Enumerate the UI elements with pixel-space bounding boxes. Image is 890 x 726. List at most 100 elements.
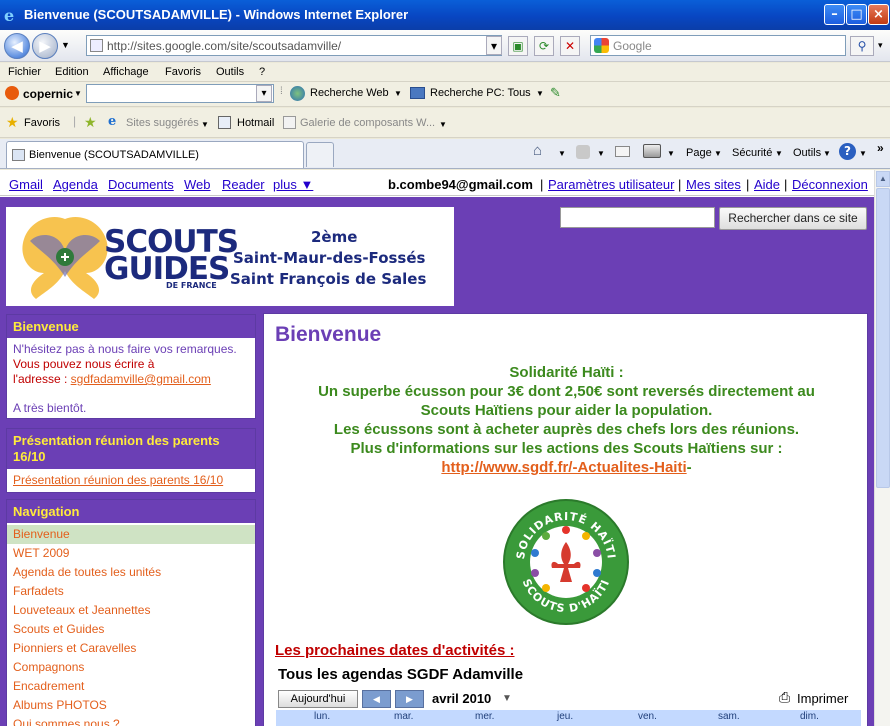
new-tab-button[interactable]: [306, 142, 334, 167]
menu-favorites[interactable]: Favoris: [165, 66, 201, 78]
print-dropdown-icon[interactable]: ▼: [667, 149, 675, 158]
nav-item-farfadets[interactable]: Farfadets: [7, 582, 255, 601]
calendar-next-button[interactable]: ▶: [395, 690, 424, 708]
tools-dropdown-icon[interactable]: ▼: [823, 149, 831, 158]
address-dropdown-icon[interactable]: ▾: [486, 36, 502, 55]
search-placeholder: Google: [613, 39, 652, 53]
suggested-dropdown-icon[interactable]: ▼: [201, 120, 209, 129]
gallery-dropdown-icon[interactable]: ▼: [439, 120, 447, 129]
window-title: Bienvenue (SCOUTSADAMVILLE) - Windows In…: [24, 7, 409, 22]
gbar-my-sites[interactable]: Mes sites: [686, 177, 741, 192]
nav-item-scouts-guides[interactable]: Scouts et Guides: [7, 620, 255, 639]
search-icon[interactable]: ⚲: [850, 36, 874, 56]
sidebar-meeting-title: Présentation réunion des parents 16/10: [7, 429, 255, 469]
calendar-today-button[interactable]: Aujourd'hui: [278, 690, 358, 708]
menu-view[interactable]: Affichage: [103, 66, 149, 78]
gbar-documents[interactable]: Documents: [108, 177, 174, 192]
gbar-user-settings[interactable]: Paramètres utilisateur: [548, 177, 674, 192]
tools-menu[interactable]: Outils: [793, 147, 821, 159]
gbar-help[interactable]: Aide: [754, 177, 780, 192]
nav-item-bienvenue[interactable]: Bienvenue: [7, 525, 255, 544]
gbar-web[interactable]: Web: [184, 177, 211, 192]
scroll-up-icon[interactable]: ▲: [876, 171, 890, 187]
nav-item-wet-2009[interactable]: WET 2009: [7, 544, 255, 563]
forward-button[interactable]: ▶: [32, 33, 58, 59]
minimize-button[interactable]: –: [824, 4, 845, 25]
home-dropdown-icon[interactable]: ▼: [558, 149, 566, 158]
mail-icon[interactable]: [615, 146, 630, 157]
printer-icon[interactable]: ⎙: [779, 689, 790, 706]
pc-search-dropdown-icon[interactable]: ▼: [536, 89, 544, 98]
favorites-star-icon: ★: [6, 114, 19, 130]
menu-tools[interactable]: Outils: [216, 66, 244, 78]
gbar-gmail[interactable]: Gmail: [9, 177, 43, 192]
hotmail-link[interactable]: Hotmail: [237, 117, 274, 129]
security-menu[interactable]: Sécurité: [732, 147, 772, 159]
address-bar[interactable]: http://sites.google.com/site/scoutsadamv…: [86, 35, 502, 56]
nav-item-louveteaux[interactable]: Louveteaux et Jeannettes: [7, 601, 255, 620]
gbar-logout[interactable]: Déconnexion: [792, 177, 868, 192]
vertical-scrollbar[interactable]: ▲: [874, 170, 890, 726]
search-options-icon[interactable]: ▾: [878, 40, 883, 51]
nav-item-encadrement[interactable]: Encadrement: [7, 677, 255, 696]
copernic-search-input[interactable]: [86, 84, 274, 103]
security-dropdown-icon[interactable]: ▼: [775, 149, 783, 158]
highlight-icon[interactable]: ✎: [550, 85, 561, 101]
stop-icon[interactable]: ✕: [560, 36, 580, 56]
calendar-print-link[interactable]: Imprimer: [797, 691, 848, 706]
add-favorite-icon[interactable]: ★: [84, 114, 97, 131]
pc-search-button[interactable]: Recherche PC: Tous: [430, 87, 531, 99]
site-banner[interactable]: SCOUTS GUIDES DE FRANCE 2ème Saint-Maur-…: [6, 207, 454, 306]
calendar-prev-button[interactable]: ◀: [362, 690, 391, 708]
contact-email-link[interactable]: sgdfadamville@gmail.com: [71, 372, 211, 386]
search-input[interactable]: Google: [590, 35, 846, 56]
close-button[interactable]: ×: [868, 4, 889, 25]
copernic-dropdown-icon[interactable]: ▾: [256, 85, 272, 102]
sgdf-haiti-link[interactable]: http://www.sgdf.fr/-Actualites-Haiti: [441, 459, 686, 476]
help-icon[interactable]: ?: [839, 143, 856, 160]
compatibility-icon[interactable]: ▣: [508, 36, 528, 56]
feeds-icon[interactable]: [576, 145, 590, 159]
site-search-button[interactable]: Rechercher dans ce site: [719, 207, 867, 230]
site-search-input[interactable]: [560, 207, 715, 228]
meeting-presentation-link[interactable]: Présentation réunion des parents 16/10: [13, 473, 223, 487]
scroll-thumb[interactable]: [876, 188, 890, 488]
history-dropdown-icon[interactable]: ▼: [61, 40, 70, 50]
maximize-button[interactable]: □: [846, 4, 867, 25]
nav-item-about[interactable]: Qui sommes nous ?: [7, 715, 255, 726]
menu-file[interactable]: Fichier: [8, 66, 41, 78]
gallery-link[interactable]: Galerie de composants W...: [300, 117, 435, 129]
nav-item-compagnons[interactable]: Compagnons: [7, 658, 255, 677]
nav-item-pionniers[interactable]: Pionniers et Caravelles: [7, 639, 255, 658]
refresh-icon[interactable]: ⟳: [534, 36, 554, 56]
suggested-sites-link[interactable]: Sites suggérés: [126, 117, 199, 129]
solidarite-haiti-badge: SOLIDARITÉ HAÏTI SCOUTS D'HAÏTI: [503, 499, 629, 625]
page-dropdown-icon[interactable]: ▼: [714, 149, 722, 158]
back-button[interactable]: ◀: [4, 33, 30, 59]
banner-town: Saint-Maur-des-Fossés: [233, 249, 426, 267]
gbar-more[interactable]: plus ▼: [273, 177, 313, 192]
chevron-right-icon[interactable]: »: [877, 141, 884, 155]
page-icon: [90, 39, 103, 52]
menu-help[interactable]: ?: [259, 66, 265, 78]
page-menu[interactable]: Page: [686, 147, 712, 159]
tab-bienvenue[interactable]: Bienvenue (SCOUTSADAMVILLE): [6, 141, 304, 168]
home-icon[interactable]: ⌂: [533, 142, 542, 159]
web-search-dropdown-icon[interactable]: ▼: [394, 89, 402, 98]
print-icon[interactable]: [643, 144, 661, 158]
favorites-bar: ★ Favoris | ★ e Sites suggérés ▼ Hotmail…: [0, 108, 890, 138]
help-dropdown-icon[interactable]: ▼: [859, 149, 867, 158]
nav-item-albums[interactable]: Albums PHOTOS: [7, 696, 255, 715]
favorites-button[interactable]: Favoris: [24, 117, 60, 129]
calendar-month-dropdown-icon[interactable]: ▼: [502, 693, 512, 704]
web-search-button[interactable]: Recherche Web: [310, 87, 389, 99]
menu-edit[interactable]: Edition: [55, 66, 89, 78]
copernic-logo[interactable]: copernic: [23, 87, 73, 101]
copernic-menu-icon[interactable]: ▼: [74, 89, 82, 98]
nav-item-agenda[interactable]: Agenda de toutes les unités: [7, 563, 255, 582]
gbar-reader[interactable]: Reader: [222, 177, 265, 192]
feeds-dropdown-icon[interactable]: ▼: [597, 149, 605, 158]
user-email: b.combe94@gmail.com: [388, 177, 533, 192]
gbar-agenda[interactable]: Agenda: [53, 177, 98, 192]
window-title-bar: e Bienvenue (SCOUTSADAMVILLE) - Windows …: [0, 0, 890, 30]
